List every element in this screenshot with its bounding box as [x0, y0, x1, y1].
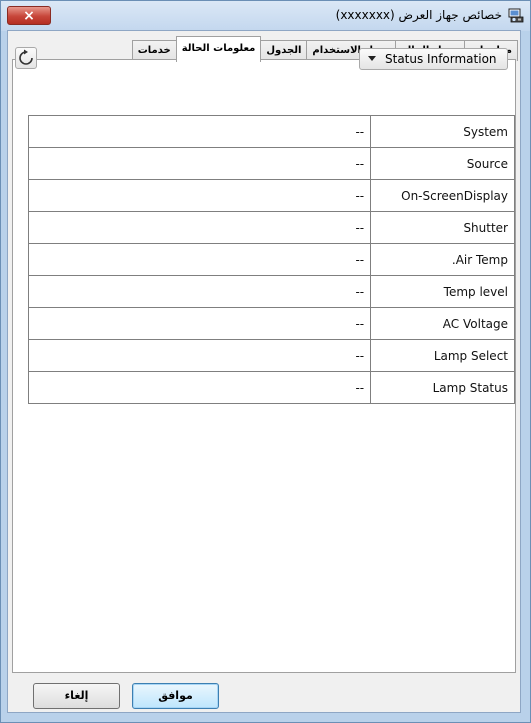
status-value: --: [27, 371, 372, 404]
ok-button[interactable]: موافق: [132, 683, 219, 709]
status-name: System: [370, 115, 515, 148]
cancel-button[interactable]: إلغاء: [33, 683, 120, 709]
status-name: Lamp Select: [370, 339, 515, 372]
projector-icon: [508, 8, 524, 23]
status-name: Shutter: [370, 211, 515, 244]
close-button[interactable]: ×: [7, 6, 51, 25]
tab-status-information[interactable]: معلومات الحالة: [175, 36, 262, 62]
refresh-button[interactable]: [15, 47, 37, 69]
status-value: --: [27, 275, 372, 308]
table-row: -- .Air Temp: [27, 243, 515, 276]
table-row: -- Temp level: [27, 275, 515, 308]
status-name: .Air Temp: [370, 243, 515, 276]
status-value: --: [27, 243, 372, 276]
dropdown-arrow-icon: [368, 56, 376, 61]
status-name: Source: [370, 147, 515, 180]
dropdown-selected-value: Status Information: [385, 52, 497, 66]
table-row: -- Shutter: [27, 211, 515, 244]
status-value: --: [27, 147, 372, 180]
status-value: --: [27, 339, 372, 372]
status-name: Temp level: [370, 275, 515, 308]
status-value: --: [27, 307, 372, 340]
status-value: --: [27, 115, 372, 148]
window-title: خصائص جهاز العرض (xxxxxxx): [335, 8, 502, 22]
table-row: -- Lamp Select: [27, 339, 515, 372]
table-row: -- Lamp Status: [27, 371, 515, 404]
title-bar[interactable]: × خصائص جهاز العرض (xxxxxxx): [1, 1, 530, 31]
status-name: On-ScreenDisplay: [370, 179, 515, 212]
refresh-icon: [19, 49, 33, 65]
status-name: Lamp Status: [370, 371, 515, 404]
tab-schedule[interactable]: الجدول: [260, 40, 308, 61]
table-row: -- System: [27, 115, 515, 148]
table-row: -- AC Voltage: [27, 307, 515, 340]
status-value: --: [27, 179, 372, 212]
tab-services[interactable]: خدمات: [131, 40, 177, 61]
info-type-dropdown[interactable]: Status Information: [359, 48, 508, 70]
close-icon: ×: [23, 8, 35, 24]
status-table: -- System -- Source -- On-ScreenDisplay …: [27, 115, 515, 404]
table-row: -- Source: [27, 147, 515, 180]
status-name: AC Voltage: [370, 307, 515, 340]
table-row: -- On-ScreenDisplay: [27, 179, 515, 212]
status-value: --: [27, 211, 372, 244]
